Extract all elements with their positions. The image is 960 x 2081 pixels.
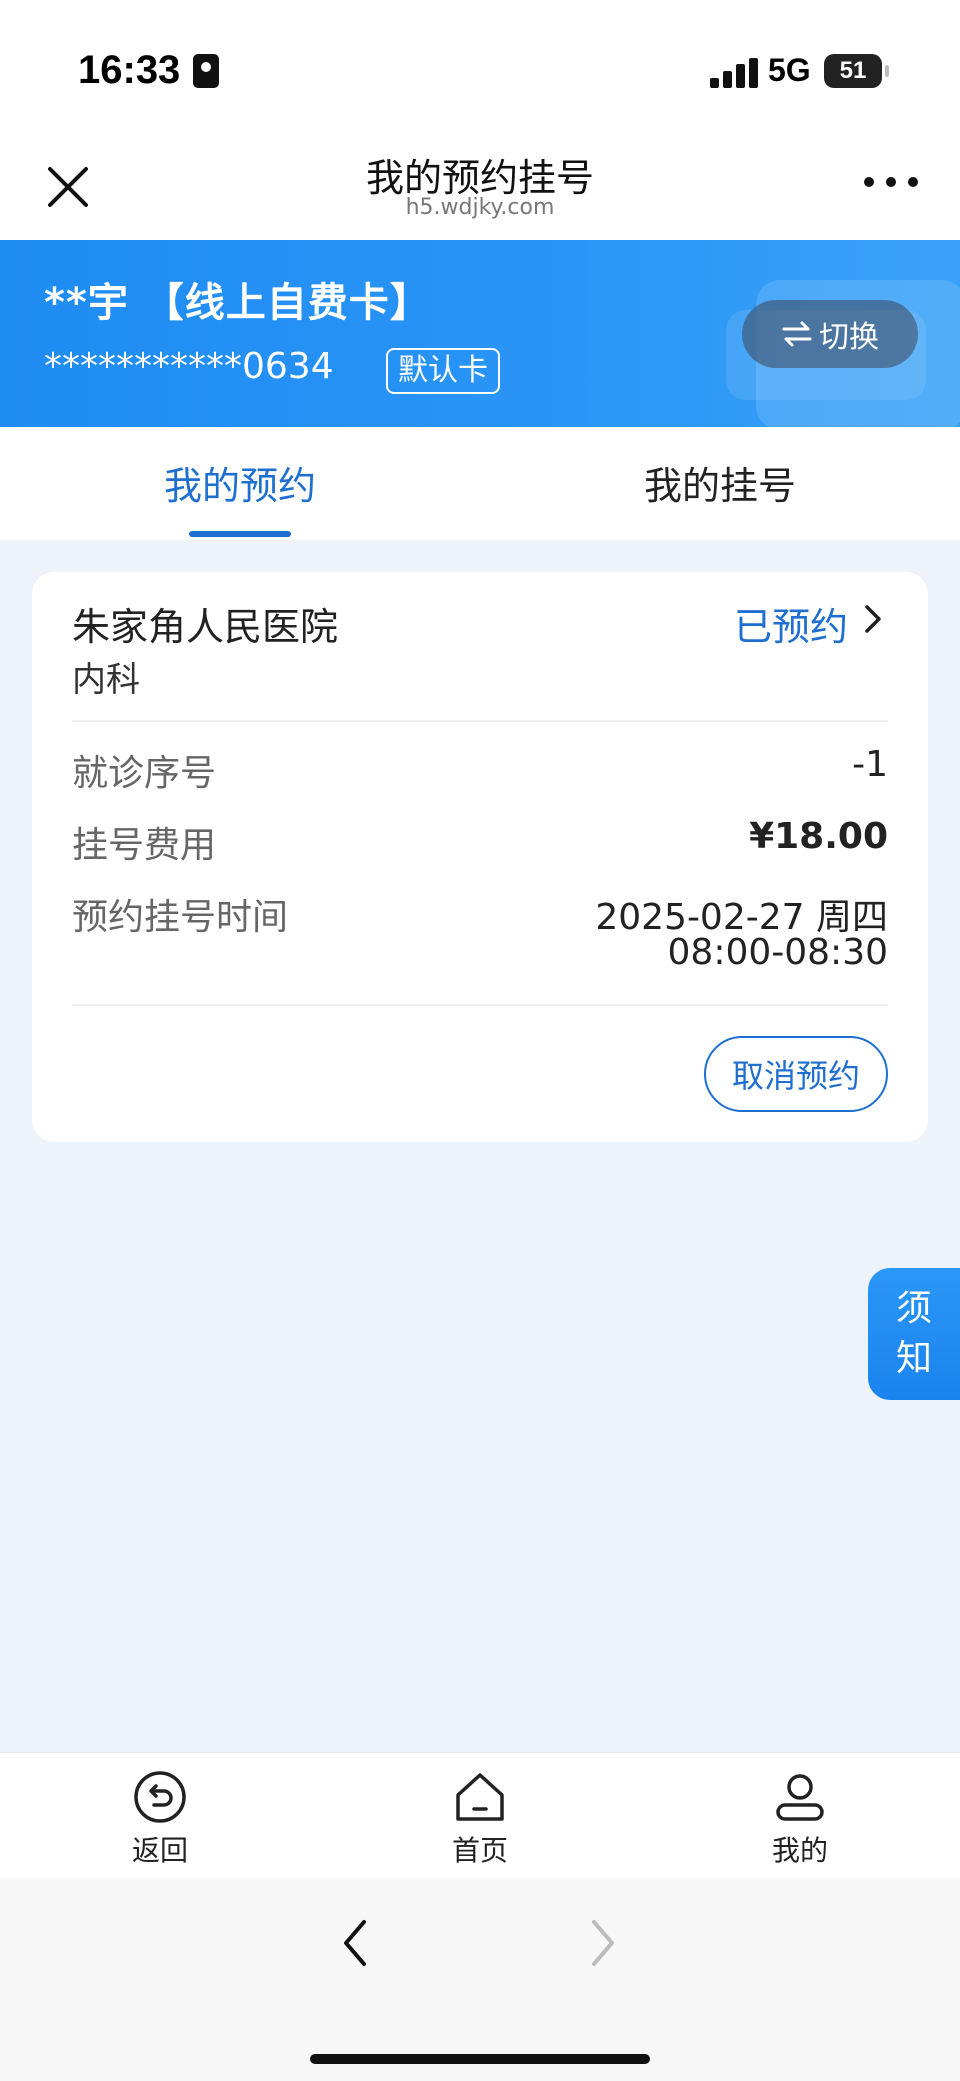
switch-card-button[interactable]: 切换 (742, 300, 918, 368)
more-icon[interactable] (864, 177, 924, 193)
status-bar: 16:33 5G 51 (0, 0, 960, 135)
active-tab-indicator (189, 531, 291, 537)
switch-arrows-icon (782, 321, 812, 347)
notice-label-line1: 须 (895, 1288, 932, 1329)
user-icon (776, 1774, 824, 1821)
network-label: 5G (768, 52, 811, 88)
appointment-time-value: 08:00-08:30 (667, 932, 888, 973)
card-number: ***********0634 (44, 346, 334, 387)
appointment-time-label: 预约挂号时间 (72, 897, 289, 938)
tab-my-reservations[interactable]: 我的预约 (0, 455, 480, 510)
tab-bar: 我的预约 我的挂号 (0, 427, 960, 540)
notice-tab[interactable]: 须 知 (868, 1268, 960, 1400)
notice-label-line2: 知 (895, 1338, 932, 1379)
back-button[interactable]: 返回 (80, 1769, 240, 1869)
browser-bar (0, 1878, 960, 2081)
status-time: 16:33 (78, 48, 181, 92)
browser-forward-icon[interactable] (588, 1918, 618, 1968)
visit-number-value: -1 (852, 744, 888, 785)
orientation-lock-icon (193, 54, 219, 88)
battery-icon: 51 (824, 54, 889, 88)
appointment-status: 已预约 (733, 605, 848, 649)
back-label: 返回 (131, 1834, 188, 1867)
signal-icon (710, 58, 758, 88)
back-icon (134, 1771, 186, 1823)
home-indicator (310, 2054, 650, 2064)
tab-my-registrations[interactable]: 我的挂号 (480, 455, 960, 510)
divider (72, 720, 888, 722)
browser-back-icon[interactable] (340, 1918, 370, 1968)
home-button[interactable]: 首页 (400, 1769, 560, 1869)
home-label: 首页 (451, 1834, 508, 1867)
visit-number-label: 就诊序号 (72, 753, 217, 794)
page-title: 我的预约挂号 (365, 156, 594, 200)
bottom-toolbar: 返回 首页 我的 (0, 1752, 960, 1878)
default-card-badge: 默认卡 (386, 348, 500, 394)
chevron-right-icon[interactable] (860, 604, 886, 634)
mine-button[interactable]: 我的 (720, 1769, 880, 1869)
card-banner: **宇 【线上自费卡】 ***********0634 默认卡 切换 (0, 240, 960, 427)
cancel-reservation-button[interactable]: 取消预约 (704, 1036, 888, 1112)
hospital-name: 朱家角人民医院 (72, 605, 339, 649)
mine-label: 我的 (771, 1834, 828, 1867)
appointment-card[interactable]: 朱家角人民医院 内科 已预约 就诊序号 -1 挂号费用 ¥18.00 预约挂号时… (32, 572, 928, 1142)
department-name: 内科 (72, 660, 140, 700)
switch-card-label: 切换 (819, 320, 879, 355)
card-holder-name: **宇 【线上自费卡】 (44, 280, 431, 326)
nav-header: 我的预约挂号 h5.wdjky.com (0, 135, 960, 240)
page-url: h5.wdjky.com (405, 195, 555, 220)
home-icon (456, 1773, 504, 1821)
fee-value: ¥18.00 (749, 816, 888, 857)
fee-label: 挂号费用 (72, 825, 217, 866)
divider (72, 1004, 888, 1006)
